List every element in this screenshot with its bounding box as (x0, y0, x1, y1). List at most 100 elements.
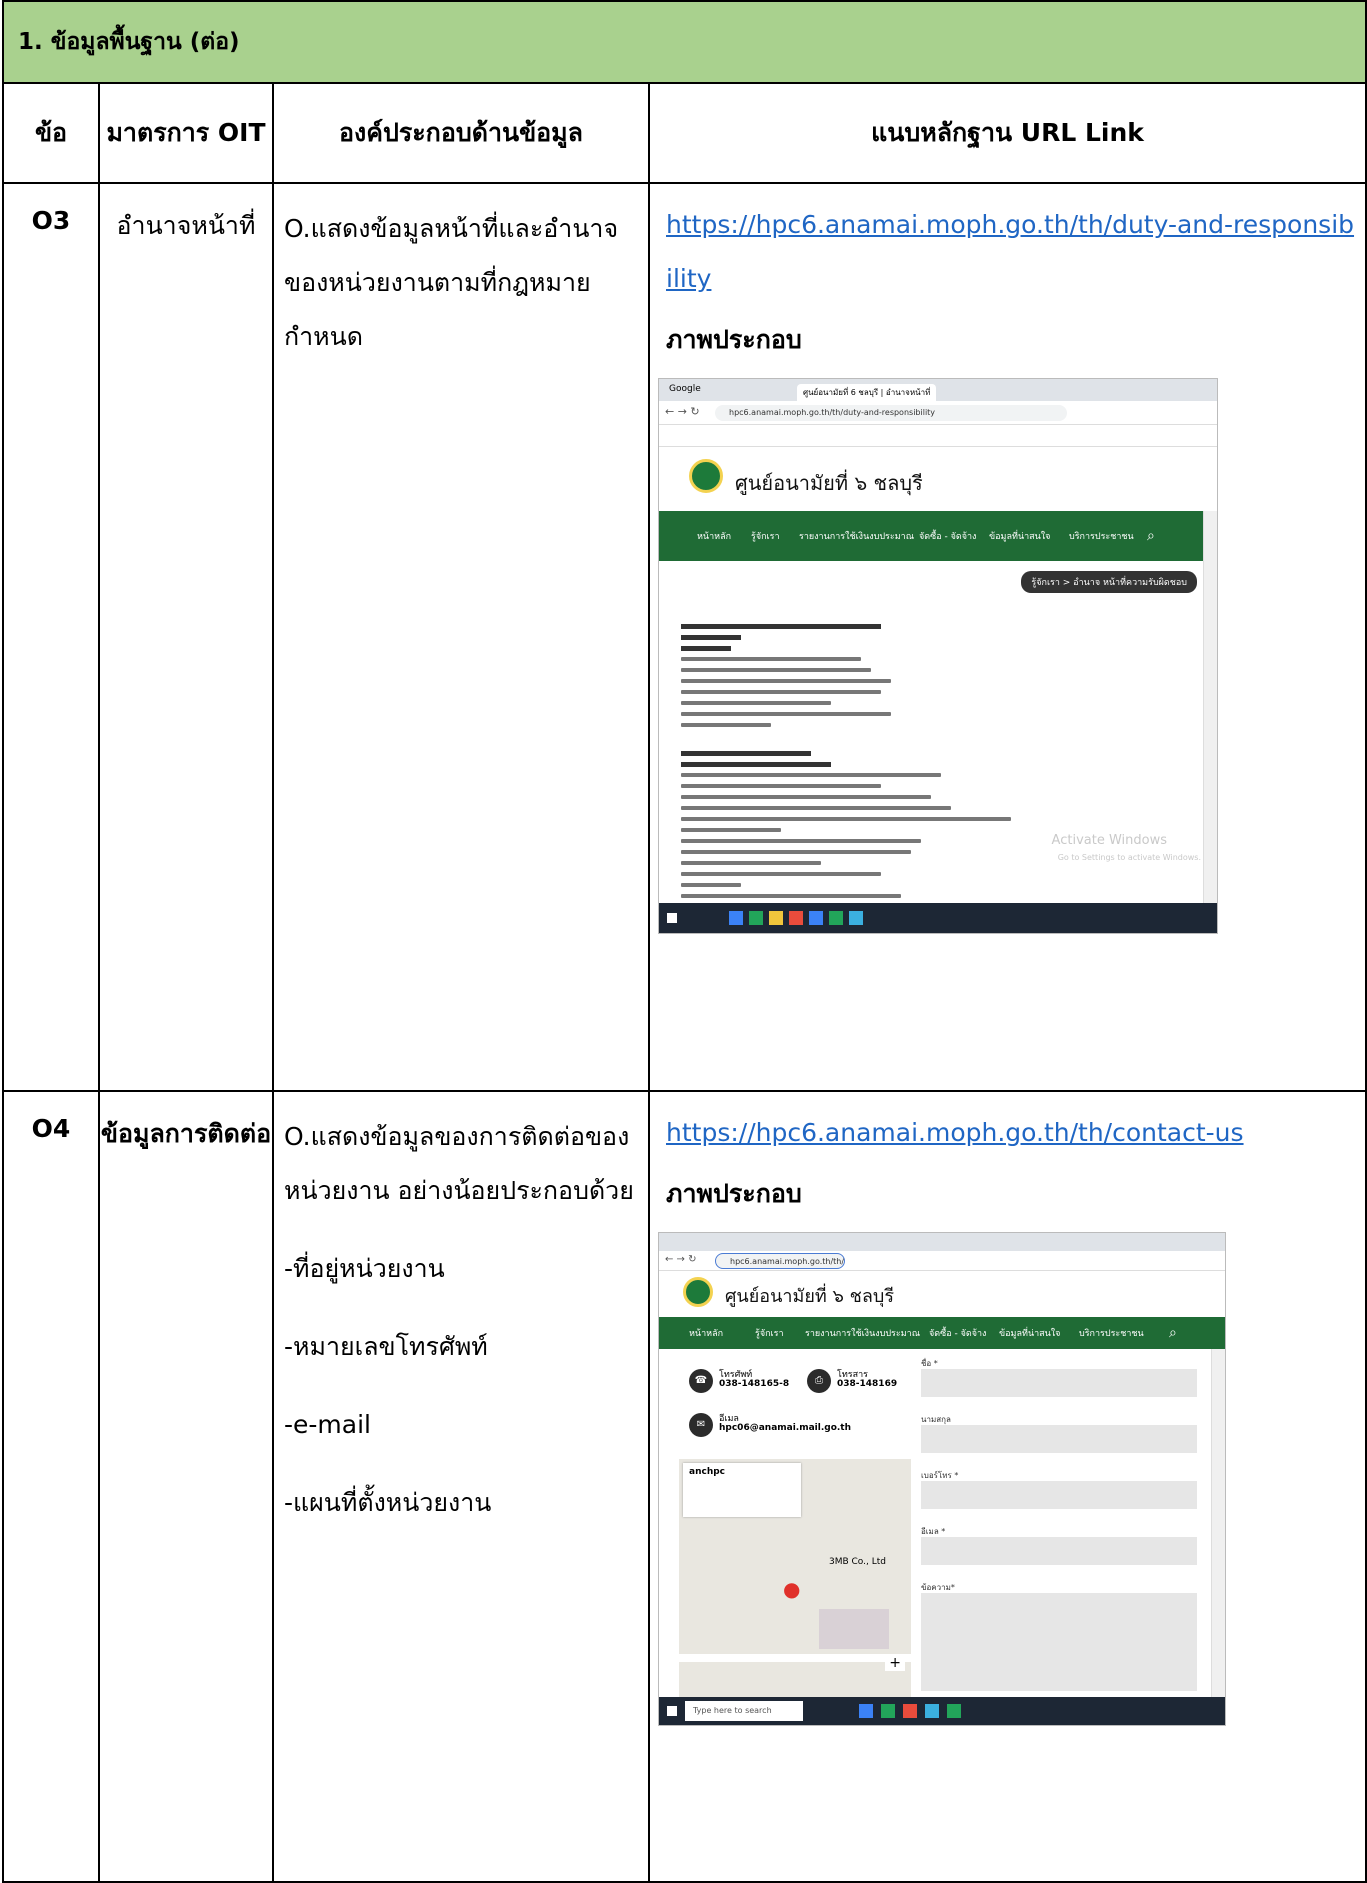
standard-name: ข้อมูลการติดต่อ (98, 1090, 274, 1883)
address-bar-row: ← → ↻ hpc6.anamai.moph.go.th/th/duty-and… (659, 401, 1217, 425)
app-icon[interactable] (809, 911, 823, 925)
header-item: ข้อ (2, 82, 100, 184)
app-icon[interactable] (859, 1704, 873, 1718)
site-logo-icon (689, 459, 723, 493)
item-number: O4 (2, 1090, 100, 1883)
email-icon: ✉ (689, 1413, 713, 1437)
app-icon[interactable] (789, 911, 803, 925)
sub-item: -e-mail (284, 1410, 371, 1439)
app-icon[interactable] (829, 911, 843, 925)
nav-item[interactable]: หน้าหลัก (697, 511, 731, 561)
site-name: ศูนย์อนามัยที่ ๖ ชลบุรี (735, 471, 923, 495)
component-cell: O.แสดงข้อมูลของการติดต่อของหน่วยงาน อย่า… (272, 1090, 650, 1883)
scrollbar[interactable] (1203, 511, 1217, 903)
email-address: hpc06@anamai.mail.go.th (719, 1423, 852, 1433)
table-row: O4 ข้อมูลการติดต่อ O.แสดงข้อมูลของการติด… (2, 1090, 1367, 1883)
caption: ภาพประกอบ (666, 325, 802, 354)
tab-google: Google (669, 384, 701, 394)
taskbar: Type here to search (659, 1697, 1225, 1725)
email-field[interactable] (921, 1537, 1197, 1565)
nav-item[interactable]: บริการประชาชน (1079, 1317, 1144, 1349)
evidence-link[interactable]: https://hpc6.anamai.moph.go.th/th/contac… (666, 1118, 1244, 1147)
app-icon[interactable] (849, 911, 863, 925)
header-evidence: แนบหลักฐาน URL Link (647, 82, 1367, 184)
zoom-in-icon[interactable]: + (885, 1655, 905, 1671)
nav-item[interactable]: รายงานการใช้เงินงบประมาณ (799, 511, 914, 561)
address-bar: hpc6.anamai.moph.go.th/th/contact-us (715, 1253, 845, 1269)
breadcrumb: รู้จักเรา > อำนาจ หน้าที่ความรับผิดชอบ (1021, 571, 1197, 593)
screenshot-duty: Google ศูนย์อนามัยที่ 6 ชลบุรี | อำนาจหน… (658, 378, 1218, 934)
site-name: ศูนย์อนามัยที่ ๖ ชลบุรี (725, 1286, 894, 1307)
windows-start-icon[interactable] (667, 913, 677, 923)
tab-duty: ศูนย์อนามัยที่ 6 ชลบุรี | อำนาจหน้าที่ (797, 384, 937, 401)
scrollbar[interactable] (1211, 1349, 1225, 1697)
standard-name: อำนาจหน้าที่ (98, 182, 274, 1092)
header-standard: มาตรการ OIT (98, 82, 274, 184)
address-bar-row: ← → ↻ hpc6.anamai.moph.go.th/th/contact-… (659, 1251, 1225, 1271)
phone-icon: ☎ (689, 1369, 713, 1393)
search-icon[interactable]: ⌕ (1147, 511, 1155, 561)
document-page: 1. ข้อมูลพื้นฐาน (ต่อ) ข้อ มาตรการ OIT อ… (0, 0, 1367, 1883)
site-nav: หน้าหลัก รู้จักเรา รายงานการใช้เงินงบประ… (659, 1317, 1225, 1349)
windows-start-icon[interactable] (667, 1706, 677, 1716)
section-header-row: 1. ข้อมูลพื้นฐาน (ต่อ) (1, 0, 1367, 84)
taskbar-search[interactable]: Type here to search (685, 1701, 803, 1721)
sub-item: -ที่อยู่หน่วยงาน (284, 1254, 445, 1283)
first-name-field[interactable] (921, 1369, 1197, 1397)
phone-number: 038-148165-8 (719, 1379, 790, 1389)
watermark-subtitle: Go to Settings to activate Windows. (1057, 853, 1201, 862)
nav-item[interactable]: บริการประชาชน (1069, 511, 1134, 561)
app-icon[interactable] (947, 1704, 961, 1718)
caption: ภาพประกอบ (666, 1179, 802, 1208)
bookmarks-bar (659, 425, 1217, 447)
fax-icon: ⎙ (807, 1369, 831, 1393)
location-map[interactable]: anchpc 3MB Co., Ltd ● + (679, 1459, 911, 1697)
app-icon[interactable] (749, 911, 763, 925)
evidence-cell: https://hpc6.anamai.moph.go.th/th/contac… (647, 1090, 1367, 1883)
map-place-name: anchpc (689, 1467, 725, 1477)
app-icon[interactable] (903, 1704, 917, 1718)
watermark-title: Activate Windows (1051, 833, 1167, 848)
nav-item[interactable]: รู้จักเรา (755, 1317, 784, 1349)
nav-item[interactable]: รู้จักเรา (751, 511, 780, 561)
map-pin-icon: ● (783, 1577, 801, 1601)
address-bar: hpc6.anamai.moph.go.th/th/duty-and-respo… (715, 405, 1067, 421)
evidence-link[interactable]: https://hpc6.anamai.moph.go.th/th/duty-a… (666, 210, 1354, 293)
app-icon[interactable] (729, 911, 743, 925)
phone-field[interactable] (921, 1481, 1197, 1509)
header-component: องค์ประกอบด้านข้อมูล (272, 82, 650, 184)
site-header: ศูนย์อนามัยที่ ๖ ชลบุรี (659, 1271, 1211, 1317)
search-icon[interactable]: ⌕ (1169, 1317, 1177, 1349)
taskbar (659, 903, 1217, 933)
nav-item[interactable]: จัดซื้อ - จัดจ้าง (929, 1317, 986, 1349)
site-logo-icon (683, 1277, 713, 1307)
screenshot-contact: ← → ↻ hpc6.anamai.moph.go.th/th/contact-… (658, 1232, 1226, 1726)
component-cell: O.แสดงข้อมูลหน้าที่และอำนาจของหน่วยงานตา… (272, 182, 650, 1092)
site-header: ศูนย์อนามัยที่ ๖ ชลบุรี (659, 447, 1203, 511)
fax-number: 038-148169 (837, 1379, 898, 1389)
nav-item[interactable]: รายงานการใช้เงินงบประมาณ (805, 1317, 920, 1349)
sub-item: -หมายเลขโทรศัพท์ (284, 1332, 488, 1361)
app-icon[interactable] (925, 1704, 939, 1718)
map-place-label: 3MB Co., Ltd (829, 1557, 886, 1567)
section-title: 1. ข้อมูลพื้นฐาน (ต่อ) (1, 0, 1367, 84)
component-text: O.แสดงข้อมูลหน้าที่และอำนาจของหน่วยงานตา… (284, 214, 619, 351)
browser-tabs (659, 1233, 1225, 1251)
evidence-cell: https://hpc6.anamai.moph.go.th/th/duty-a… (647, 182, 1367, 1092)
table-row: O3 อำนาจหน้าที่ O.แสดงข้อมูลหน้าที่และอำ… (2, 182, 1367, 1092)
nav-item[interactable]: ข้อมูลที่น่าสนใจ (989, 511, 1050, 561)
message-field[interactable] (921, 1593, 1197, 1691)
nav-arrows-icon: ← → ↻ (665, 1254, 697, 1265)
last-name-field[interactable] (921, 1425, 1197, 1453)
browser-tabs: Google ศูนย์อนามัยที่ 6 ชลบุรี | อำนาจหน… (659, 379, 1217, 401)
nav-item[interactable]: ข้อมูลที่น่าสนใจ (999, 1317, 1060, 1349)
nav-arrows-icon: ← → ↻ (665, 405, 700, 418)
sub-item: -แผนที่ตั้งหน่วยงาน (284, 1488, 492, 1517)
site-nav: หน้าหลัก รู้จักเรา รายงานการใช้เงินงบประ… (659, 511, 1203, 561)
nav-item[interactable]: หน้าหลัก (689, 1317, 723, 1349)
app-icon[interactable] (769, 911, 783, 925)
item-number: O3 (2, 182, 100, 1092)
nav-item[interactable]: จัดซื้อ - จัดจ้าง (919, 511, 976, 561)
oit-table: 1. ข้อมูลพื้นฐาน (ต่อ) ข้อ มาตรการ OIT อ… (1, 0, 1367, 1883)
app-icon[interactable] (881, 1704, 895, 1718)
